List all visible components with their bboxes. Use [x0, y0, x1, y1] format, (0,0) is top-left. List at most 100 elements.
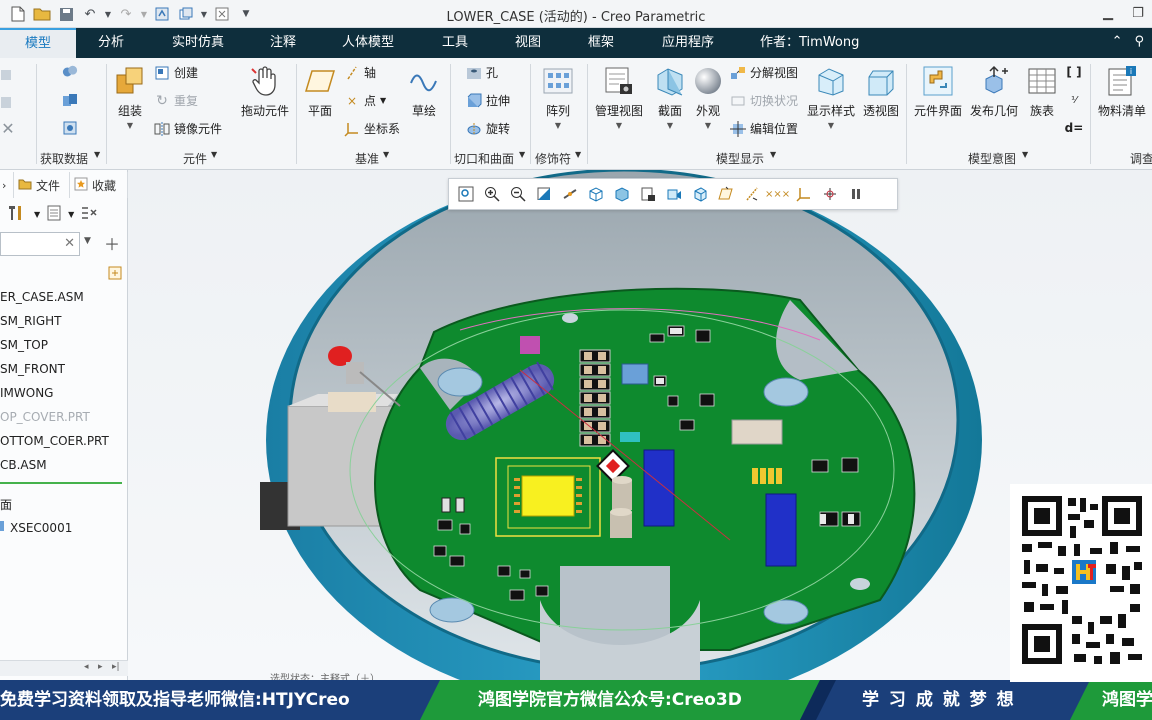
datum-planes-display-icon[interactable]	[713, 182, 738, 206]
pattern-dropdown-icon[interactable]: ▼	[555, 121, 561, 130]
repeat-component-button[interactable]: ↻ 重复	[154, 92, 198, 109]
get-data-user-button[interactable]	[62, 64, 78, 80]
manage-views-button[interactable]: 管理视图 ▼	[594, 64, 644, 130]
pattern-button[interactable]: 阵列 ▼	[540, 64, 576, 130]
tab-manikin[interactable]: 人体模型	[330, 28, 406, 58]
edit-position-button[interactable]: 编辑位置	[730, 120, 798, 137]
display-style-dropdown-icon[interactable]: ▼	[828, 121, 834, 130]
perspective-view-toggle-icon[interactable]	[661, 182, 686, 206]
model-display-dropdown-icon[interactable]: ▼	[770, 150, 776, 159]
drag-components-button[interactable]: 拖动元件	[238, 64, 292, 119]
bill-of-materials-button[interactable]: i 物料清单	[1094, 64, 1150, 119]
tree-settings-icon[interactable]	[6, 204, 28, 225]
display-style-button[interactable]: 显示样式 ▼	[807, 64, 855, 130]
tree-item-top-cover[interactable]: OP_COVER.PRT	[0, 410, 90, 424]
section-dropdown-icon[interactable]: ▼	[667, 121, 673, 130]
cube-view-icon[interactable]	[687, 182, 712, 206]
tree-item-bottom-coer[interactable]: OTTOM_COER.PRT	[0, 434, 109, 448]
spin-center-icon[interactable]	[557, 182, 582, 206]
tree-item-lower-case-asm[interactable]: ER_CASE.ASM	[0, 290, 84, 304]
tree-horizontal-scrollbar[interactable]: ◂ ▸ ▸|	[0, 660, 128, 676]
assemble-button[interactable]: 组装 ▼	[112, 64, 148, 130]
tab-tools[interactable]: 工具	[430, 28, 480, 58]
pause-icon[interactable]	[843, 182, 868, 206]
plane-button[interactable]: 平面	[302, 64, 338, 119]
section-button[interactable]: 截面 ▼	[652, 64, 688, 130]
zoom-in-icon[interactable]	[479, 182, 504, 206]
spin-center-display-icon[interactable]	[817, 182, 842, 206]
parameters-button[interactable]: [ ]	[1066, 64, 1082, 80]
tree-item-asm-top[interactable]: SM_TOP	[0, 338, 48, 352]
datum-points-display-icon[interactable]: ×××	[765, 182, 790, 206]
repaint-icon[interactable]	[531, 182, 556, 206]
tree-item-asm-front[interactable]: SM_FRONT	[0, 362, 65, 376]
cut-surface-dropdown-icon[interactable]: ▼	[519, 150, 525, 159]
tab-favorites[interactable]: 收藏	[70, 172, 128, 198]
tree-columns-icon[interactable]	[80, 205, 98, 224]
tree-filter-dropdown-icon[interactable]: ▼	[68, 210, 74, 219]
perspective-button[interactable]: 透视图	[862, 64, 900, 119]
switch-dimensions-button[interactable]: ⅟	[1066, 92, 1082, 108]
tab-live-simulation[interactable]: 实时仿真	[160, 28, 236, 58]
csys-display-icon[interactable]	[791, 182, 816, 206]
tree-item-xsec0001[interactable]: XSEC0001	[0, 520, 72, 535]
tree-item-timwong[interactable]: IMWONG	[0, 386, 53, 400]
toggle-status-button[interactable]: 切换状况	[730, 92, 798, 109]
component-dropdown-icon[interactable]: ▼	[211, 150, 217, 159]
clear-search-icon[interactable]: ✕	[64, 236, 75, 251]
datum-dropdown-icon[interactable]: ▼	[383, 150, 389, 159]
tab-model-tree[interactable]: ›	[0, 172, 14, 198]
publish-geometry-button[interactable]: 发布几何	[968, 64, 1020, 119]
zoom-out-icon[interactable]	[505, 182, 530, 206]
component-interface-button[interactable]: 元件界面	[912, 64, 964, 119]
relations-button[interactable]: d=	[1065, 120, 1084, 136]
tab-folder-browser[interactable]: 文件	[14, 172, 70, 198]
tab-annotate[interactable]: 注释	[258, 28, 308, 58]
appearance-dropdown-icon[interactable]: ▼	[705, 121, 711, 130]
get-data-dropdown-icon[interactable]: ▼	[94, 150, 100, 159]
tree-item-section-group[interactable]: 面	[0, 496, 12, 513]
csys-button[interactable]: 坐标系	[344, 120, 400, 137]
refit-icon[interactable]	[453, 182, 478, 206]
saved-orientations-icon[interactable]	[583, 182, 608, 206]
tab-model[interactable]: 模型	[0, 28, 76, 58]
paste-small-button[interactable]	[0, 94, 16, 110]
tree-filter-icon[interactable]	[46, 205, 62, 224]
delete-small-button[interactable]: ✕	[0, 119, 16, 138]
restore-icon[interactable]: ❐	[1128, 4, 1148, 22]
tab-view[interactable]: 视图	[503, 28, 553, 58]
appearance-button[interactable]: 外观 ▼	[690, 64, 726, 130]
extrude-button[interactable]: 拉伸	[466, 92, 510, 109]
modifier-dropdown-icon[interactable]: ▼	[575, 150, 581, 159]
tree-item-asm-right[interactable]: SM_RIGHT	[0, 314, 62, 328]
scroll-right-icon[interactable]: ▸	[98, 662, 103, 672]
tree-search-input[interactable]: ✕	[0, 232, 80, 256]
tree-item-pcb-asm[interactable]: CB.ASM	[0, 458, 47, 472]
tab-applications[interactable]: 应用程序	[650, 28, 726, 58]
point-button[interactable]: × 点 ▼	[344, 92, 386, 109]
sketch-button[interactable]: 草绘	[406, 64, 442, 119]
point-dropdown-icon[interactable]: ▼	[380, 96, 386, 105]
tree-settings-dropdown-icon[interactable]: ▼	[34, 210, 40, 219]
search-dropdown-icon[interactable]: ▼	[84, 236, 91, 246]
scroll-end-icon[interactable]: ▸|	[112, 662, 120, 672]
graphics-viewport[interactable]: 选型状态：主释式（＋）	[128, 170, 1152, 680]
tree-expand-icon[interactable]	[108, 266, 122, 283]
hole-button[interactable]: 孔	[466, 64, 498, 81]
assemble-dropdown-icon[interactable]: ▼	[127, 121, 133, 130]
tab-framework[interactable]: 框架	[576, 28, 626, 58]
mirror-component-button[interactable]: 镜像元件	[154, 120, 222, 137]
minimize-icon[interactable]: ▁	[1098, 4, 1118, 22]
tab-analysis[interactable]: 分析	[86, 28, 136, 58]
display-style-view-icon[interactable]	[609, 182, 634, 206]
datum-axes-display-icon[interactable]	[739, 182, 764, 206]
manage-views-dropdown-icon[interactable]: ▼	[616, 121, 622, 130]
axis-button[interactable]: 轴	[344, 64, 376, 81]
scroll-left-icon[interactable]: ◂	[84, 662, 89, 672]
get-data-shrinkwrap-button[interactable]	[62, 120, 78, 136]
create-component-button[interactable]: 创建	[154, 64, 198, 81]
add-filter-icon[interactable]: ＋	[104, 231, 120, 255]
exploded-view-button[interactable]: 分解视图	[730, 64, 798, 81]
family-table-button[interactable]: 族表	[1024, 64, 1060, 119]
collapse-ribbon-icon[interactable]: ⌃	[1112, 34, 1123, 49]
